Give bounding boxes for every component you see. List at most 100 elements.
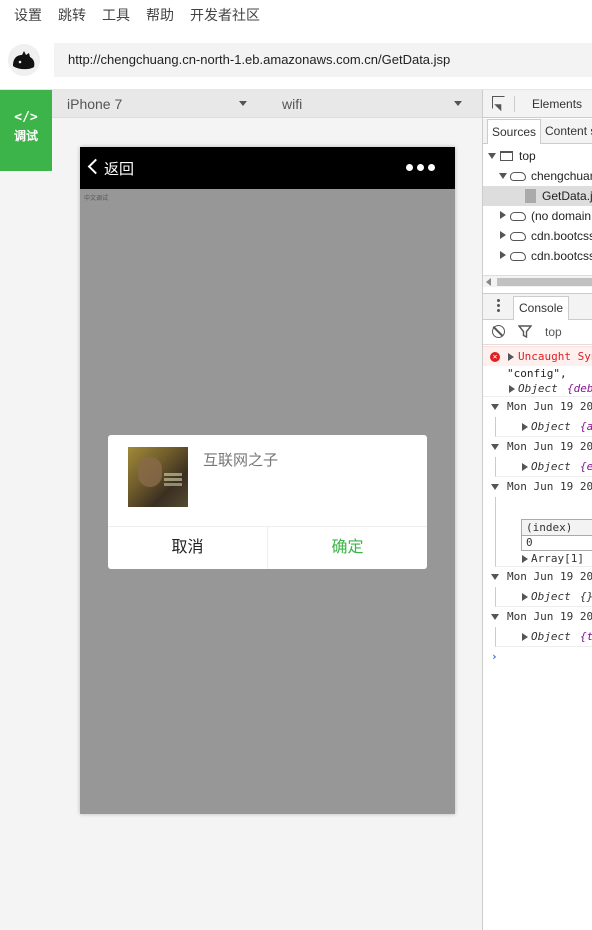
triangle-right-icon[interactable] [508,353,514,361]
inspect-element-icon[interactable] [492,96,505,109]
console-group-header[interactable]: Mon Jun 19 20 [483,397,592,417]
object-key: {} [580,590,592,603]
tree-item-label: chengchuan [531,169,592,183]
context-select[interactable]: top [545,325,562,339]
menu-bar: 设置 跳转 工具 帮助 开发者社区 [0,0,592,30]
device-select[interactable]: iPhone 7 [67,90,122,118]
triangle-right-icon[interactable] [500,211,506,219]
tab-elements[interactable]: Elements [532,97,582,111]
tree-item-no-domain[interactable]: (no domain [483,206,592,226]
chevron-left-icon[interactable] [87,158,104,175]
cat-avatar-icon [8,44,40,76]
console-line[interactable]: Object {ap [495,417,592,437]
avatar[interactable] [8,44,40,76]
menu-item-settings[interactable]: 设置 [14,5,42,25]
array-label: Array[1] [531,552,584,565]
confirm-button[interactable]: 确定 [268,527,427,569]
scroll-left-icon[interactable] [486,278,491,286]
triangle-down-icon[interactable] [491,444,499,450]
network-chevron-down-icon[interactable] [454,101,462,106]
horizontal-scrollbar[interactable] [483,275,592,287]
more-vertical-icon[interactable] [497,299,500,302]
console-line[interactable]: Object {er [495,457,592,477]
tree-item-top[interactable]: top [483,146,592,166]
page-tag: 中文调试 [84,196,109,202]
object-label: Object [518,382,558,395]
console-line[interactable]: Object {debu [483,381,592,397]
log-timestamp: Mon Jun 19 20 [507,570,592,583]
console-group-header[interactable]: Mon Jun 19 20 [483,567,592,587]
triangle-right-icon[interactable] [500,251,506,259]
cloud-icon [510,212,526,221]
more-icon[interactable] [402,164,435,171]
frame-icon [500,151,513,161]
console-group-header[interactable]: Mon Jun 19 20 [483,437,592,457]
cloud-icon [510,232,526,241]
object-label: Object [531,420,571,433]
menu-item-tools[interactable]: 工具 [102,5,130,25]
object-label: Object [531,460,571,473]
devtools-tabbar: Elements [483,90,592,118]
device-chevron-down-icon[interactable] [239,101,247,106]
filter-icon[interactable] [518,325,532,338]
triangle-right-icon[interactable] [522,593,528,601]
dialog-thumbnail [128,447,188,507]
config-text: "config", [507,367,567,380]
triangle-down-icon[interactable] [491,574,499,580]
console-group-header[interactable]: Mon Jun 19 20 [483,607,592,627]
console-prompt[interactable]: › [483,647,592,667]
dialog-buttons: 取消 确定 [108,526,427,569]
object-key: {ap [580,420,592,433]
object-key: {debu [567,382,592,395]
address-bar: http://chengchuang.cn-north-1.eb.amazona… [0,30,592,90]
triangle-down-icon[interactable] [491,404,499,410]
console-group-header[interactable]: Mon Jun 19 20 [483,477,592,497]
url-input[interactable]: http://chengchuang.cn-north-1.eb.amazona… [54,43,592,77]
simulator-panel: iPhone 7 wifi 返回 中文调试 互联网之子 取消 确定 [52,90,482,930]
tree-item-cdn[interactable]: cdn.bootcss [483,246,592,266]
tab-sources[interactable]: Sources [487,119,542,144]
console-line: "config", [483,366,592,381]
tab-console[interactable]: Console [513,296,570,320]
back-button[interactable]: 返回 [104,158,134,179]
menu-item-help[interactable]: 帮助 [146,5,174,25]
console-line[interactable]: Object {t [495,627,592,647]
triangle-right-icon[interactable] [522,555,528,563]
triangle-down-icon[interactable] [488,153,496,159]
phone-screen: 返回 中文调试 互联网之子 取消 确定 [80,147,455,814]
console-log: ✕ Uncaught Syn "config", Object {debu Mo… [483,346,592,667]
console-error-row[interactable]: ✕ Uncaught Syn [483,346,592,366]
triangle-right-icon[interactable] [509,385,515,393]
tree-item-label: GetData.js [542,189,592,203]
table-cell: 0 [521,535,592,551]
left-toolbar: </> 调试 [0,90,52,930]
triangle-right-icon[interactable] [500,231,506,239]
object-label: Object [531,630,571,643]
tree-item-file[interactable]: GetData.js [483,186,592,206]
cloud-icon [510,172,526,181]
tree-item-domain[interactable]: chengchuan [483,166,592,186]
triangle-right-icon[interactable] [522,633,528,641]
cancel-button[interactable]: 取消 [108,527,268,569]
scrollbar-thumb[interactable] [497,278,592,286]
clear-console-icon[interactable] [492,325,505,338]
triangle-down-icon[interactable] [491,484,499,490]
error-message: Uncaught Syn [518,350,592,363]
divider [514,96,515,112]
tree-item-cdn[interactable]: cdn.bootcss [483,226,592,246]
triangle-down-icon[interactable] [499,173,507,179]
triangle-right-icon[interactable] [522,463,528,471]
object-key: {t [580,630,592,643]
drawer-tabbar: Console [483,293,592,320]
menu-item-dev-community[interactable]: 开发者社区 [190,5,260,25]
sources-tree: top chengchuan GetData.js (no domain cdn… [483,146,592,266]
devtools-panel: Elements Sources Content s top chengchua… [482,90,592,930]
console-line[interactable]: Object {} [495,587,592,607]
debug-button[interactable]: </> 调试 [0,90,52,171]
triangle-right-icon[interactable] [522,423,528,431]
page-navbar: 返回 [80,147,455,189]
menu-item-goto[interactable]: 跳转 [58,5,86,25]
tab-content-scripts[interactable]: Content s [541,119,592,144]
network-select[interactable]: wifi [282,90,302,118]
triangle-down-icon[interactable] [491,614,499,620]
